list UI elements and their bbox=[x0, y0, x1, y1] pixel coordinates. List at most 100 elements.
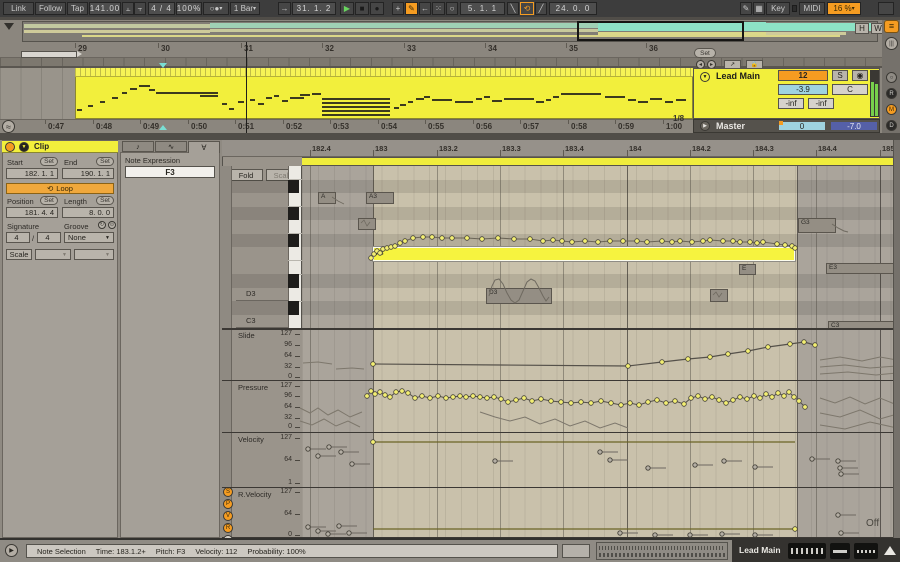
show-returns-icon[interactable]: R bbox=[886, 88, 897, 99]
signature-numerator-field[interactable]: 4 bbox=[6, 232, 30, 243]
lane-tick-label: 127 bbox=[280, 330, 292, 337]
black-key-D#3[interactable] bbox=[288, 274, 299, 288]
send-a-box[interactable]: -inf bbox=[778, 98, 804, 109]
black-key-C#3[interactable] bbox=[288, 301, 299, 315]
ghost-note[interactable]: D3 bbox=[486, 288, 552, 304]
status-play-icon[interactable]: ▶ bbox=[5, 544, 18, 557]
selected-note[interactable]: F3 bbox=[373, 247, 795, 261]
clip-title-bar[interactable] bbox=[75, 68, 693, 77]
set-locator-button[interactable]: Set bbox=[694, 48, 716, 58]
beat-label: 183 bbox=[375, 144, 388, 153]
show-push-icon[interactable] bbox=[884, 546, 896, 555]
scale-name-select[interactable]: ▼ bbox=[74, 249, 114, 260]
master-volume-box[interactable]: -7.0 bbox=[830, 121, 878, 131]
master-pan-box[interactable]: 0 bbox=[778, 121, 826, 131]
ghost-note[interactable]: G3 bbox=[798, 218, 836, 233]
scale-mode-button[interactable]: Scale bbox=[6, 249, 32, 260]
tab-envelopes[interactable]: ∿ bbox=[155, 141, 187, 152]
time-tick bbox=[520, 120, 521, 124]
send-b-box[interactable]: -inf bbox=[808, 98, 834, 109]
overview-clip-segment bbox=[24, 30, 210, 33]
fold-gutter bbox=[222, 166, 232, 537]
clip-note bbox=[266, 97, 272, 99]
lane-tick-label: 127 bbox=[280, 488, 292, 495]
show-delays-icon[interactable]: D bbox=[886, 120, 897, 131]
lane-label-velocity: Velocity bbox=[238, 435, 264, 444]
black-key-G#3[interactable] bbox=[288, 206, 299, 220]
show-io-icon[interactable]: ○ bbox=[886, 72, 897, 83]
bar-tick bbox=[322, 43, 323, 48]
beat-label: 182.4 bbox=[312, 144, 331, 153]
clip-note bbox=[408, 101, 413, 103]
lane-icon-slide[interactable]: S bbox=[223, 487, 233, 497]
ghost-note[interactable]: E3 bbox=[826, 263, 897, 274]
groove-select[interactable]: None ▼ bbox=[64, 232, 114, 243]
set-start-button[interactable]: Set bbox=[40, 157, 58, 166]
lane-icon-velocity[interactable]: V bbox=[223, 511, 233, 521]
groove-hot-swap-icon[interactable]: ⊙ bbox=[108, 221, 116, 229]
ghost-note[interactable]: A3 bbox=[366, 192, 394, 204]
pitch-label-line bbox=[236, 300, 288, 301]
lane-label-pressure: Pressure bbox=[238, 383, 269, 392]
overview-view-rectangle[interactable] bbox=[577, 21, 744, 41]
clip-end-field[interactable]: 190. 1. 1 bbox=[62, 168, 114, 179]
set-end-button[interactable]: Set bbox=[96, 157, 114, 166]
fold-button[interactable]: Fold bbox=[229, 169, 263, 181]
ghost-note[interactable]: A bbox=[318, 192, 336, 204]
status-track-name: Lead Main bbox=[739, 545, 781, 555]
clip-fold-icon[interactable]: ▼ bbox=[19, 141, 29, 152]
overview-toggle-icon[interactable]: ≡ bbox=[884, 20, 899, 33]
clip-note bbox=[112, 97, 118, 99]
signature-denominator-field[interactable]: 4 bbox=[37, 232, 61, 243]
time-label: 0:52 bbox=[286, 122, 303, 131]
expression-note-field[interactable]: F3 bbox=[125, 166, 215, 178]
io-toggle-icon[interactable]: ||| bbox=[885, 37, 898, 50]
track-fold-icon[interactable]: ▼ bbox=[700, 72, 710, 82]
bar-tick bbox=[485, 43, 486, 48]
clip-length-field[interactable]: 8. 0. 0 bbox=[62, 207, 114, 218]
overview-clip-segment bbox=[210, 23, 598, 28]
arrangement-loop-marker[interactable] bbox=[21, 51, 77, 58]
track-name[interactable]: Lead Main bbox=[716, 71, 760, 81]
track-number-box[interactable]: 12 bbox=[778, 70, 828, 81]
arrangement-ruler[interactable] bbox=[0, 42, 882, 58]
editor-loop-bar[interactable] bbox=[302, 157, 893, 166]
lane-tick-label: 96 bbox=[284, 392, 292, 399]
groove-commit-icon[interactable]: ↻ bbox=[98, 221, 106, 229]
lane-tick-mark bbox=[295, 418, 300, 419]
arrangement-fold-icon[interactable] bbox=[4, 23, 14, 30]
clip-note bbox=[546, 99, 551, 101]
track-pan-box[interactable]: C bbox=[832, 84, 868, 95]
clip-position-field[interactable]: 181. 4. 4 bbox=[6, 207, 58, 218]
clip-note bbox=[476, 98, 482, 100]
time-label: 0:56 bbox=[476, 122, 493, 131]
ghost-note[interactable]: E bbox=[739, 264, 756, 275]
clip-note bbox=[149, 89, 155, 91]
tab-expression[interactable]: ∀ bbox=[188, 141, 220, 153]
set-length-button[interactable]: Set bbox=[96, 196, 114, 205]
lane-tick-mark bbox=[295, 377, 300, 378]
track-volume-box[interactable]: -3.9 bbox=[778, 84, 828, 95]
clip-start-field[interactable]: 182. 1. 1 bbox=[6, 168, 58, 179]
show-mixer-icon[interactable]: M bbox=[886, 104, 897, 115]
loop-button[interactable]: ⟲ Loop bbox=[6, 183, 114, 194]
lane-icon-pressure[interactable]: P bbox=[223, 499, 233, 509]
solo-button[interactable]: S bbox=[832, 70, 848, 81]
bar-number: 34 bbox=[488, 44, 497, 53]
arm-button[interactable]: ◉ bbox=[852, 70, 868, 81]
lane-tick-mark bbox=[295, 334, 300, 335]
master-fold-icon[interactable]: ▶ bbox=[700, 121, 710, 131]
clip-panel-header[interactable]: ▼ Clip bbox=[2, 141, 118, 153]
set-position-button[interactable]: Set bbox=[40, 196, 58, 205]
fixed-height-button[interactable]: H bbox=[855, 23, 869, 34]
signature-marker: 1/8 bbox=[673, 114, 685, 123]
black-key-A#3[interactable] bbox=[288, 179, 299, 193]
ghost-note[interactable] bbox=[358, 218, 376, 230]
ghost-note[interactable] bbox=[710, 289, 728, 302]
scale-root-select[interactable]: ▼ bbox=[35, 249, 71, 260]
black-key-F#3[interactable] bbox=[288, 233, 299, 247]
clip-color-icon[interactable] bbox=[5, 141, 15, 152]
time-beat-toggle-icon[interactable]: ≈ bbox=[2, 120, 15, 133]
tab-notes[interactable]: ♪ bbox=[122, 141, 154, 152]
lane-icon-rvelocity[interactable]: R bbox=[223, 523, 233, 533]
